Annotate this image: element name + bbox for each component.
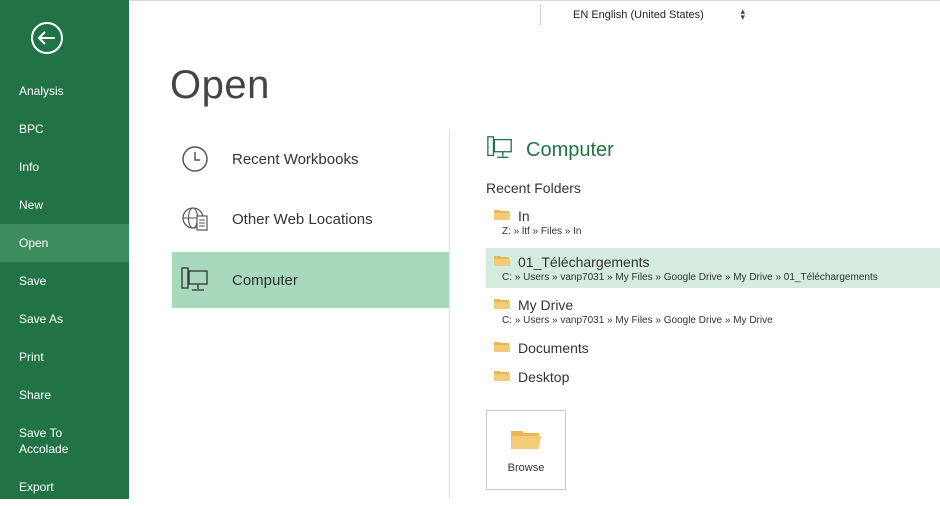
folder-name: Desktop — [518, 369, 570, 385]
backstage-nav: Analysis BPC Info New Open Save Save As … — [0, 0, 129, 499]
folder-item-01-telechargements[interactable]: 01_Téléchargements C: » Users » vanp7031… — [486, 248, 940, 288]
folder-name: In — [518, 208, 530, 224]
nav-item-save-to-accolade[interactable]: Save To Accolade — [0, 418, 129, 464]
folder-name: 01_Téléchargements — [518, 254, 650, 270]
computer-icon — [178, 263, 212, 297]
folder-item-desktop[interactable]: Desktop — [486, 367, 940, 389]
place-computer[interactable]: Computer — [172, 252, 450, 308]
language-label: EN English (United States) — [573, 9, 704, 21]
folder-item-documents[interactable]: Documents — [486, 338, 940, 360]
folder-icon — [494, 253, 510, 271]
folder-path: C: » Users » vanp7031 » My Files » Googl… — [502, 272, 878, 283]
top-border — [129, 0, 940, 7]
page-title: Open — [170, 63, 270, 107]
clock-icon — [178, 142, 212, 176]
folder-icon — [494, 368, 510, 386]
back-arrow-icon[interactable] — [29, 20, 65, 56]
section-title: Computer — [526, 139, 614, 161]
folder-icon — [511, 427, 541, 454]
language-selector[interactable]: EN English (United States) ▴ ▾ — [540, 5, 749, 25]
nav-item-save[interactable]: Save — [0, 262, 129, 300]
folder-name: My Drive — [518, 297, 574, 313]
place-label: Computer — [232, 271, 298, 289]
folder-item-my-drive[interactable]: My Drive C: » Users » vanp7031 » My File… — [486, 295, 940, 331]
folder-icon — [494, 296, 510, 314]
nav-item-analysis[interactable]: Analysis — [0, 72, 129, 110]
computer-icon — [486, 134, 514, 167]
place-label: Recent Workbooks — [232, 150, 359, 168]
place-recent-workbooks[interactable]: Recent Workbooks — [172, 131, 450, 187]
globe-doc-icon — [178, 202, 212, 236]
nav-item-save-as[interactable]: Save As — [0, 300, 129, 338]
recent-folders-label: Recent Folders — [486, 180, 581, 196]
nav-item-print[interactable]: Print — [0, 338, 129, 376]
browse-label: Browse — [507, 462, 545, 474]
folder-icon — [494, 339, 510, 357]
nav-item-new[interactable]: New — [0, 186, 129, 224]
folder-name: Documents — [518, 340, 589, 356]
place-other-web-locations[interactable]: Other Web Locations — [172, 191, 450, 247]
spinner-icon[interactable]: ▴ ▾ — [740, 7, 745, 22]
nav-item-open[interactable]: Open — [0, 224, 129, 262]
pane-divider — [449, 130, 450, 499]
folder-icon — [494, 207, 510, 225]
folder-path: Z: » ltf » Files » In — [502, 226, 582, 237]
nav-item-info[interactable]: Info — [0, 148, 129, 186]
nav-item-export[interactable]: Export — [0, 468, 129, 506]
folder-path: C: » Users » vanp7031 » My Files » Googl… — [502, 315, 773, 326]
folder-item-in[interactable]: In Z: » ltf » Files » In — [486, 206, 940, 242]
nav-item-share[interactable]: Share — [0, 376, 129, 414]
browse-button[interactable]: Browse — [486, 410, 566, 490]
nav-item-bpc[interactable]: BPC — [0, 110, 129, 148]
computer-header: Computer — [486, 134, 614, 167]
place-label: Other Web Locations — [232, 210, 373, 228]
